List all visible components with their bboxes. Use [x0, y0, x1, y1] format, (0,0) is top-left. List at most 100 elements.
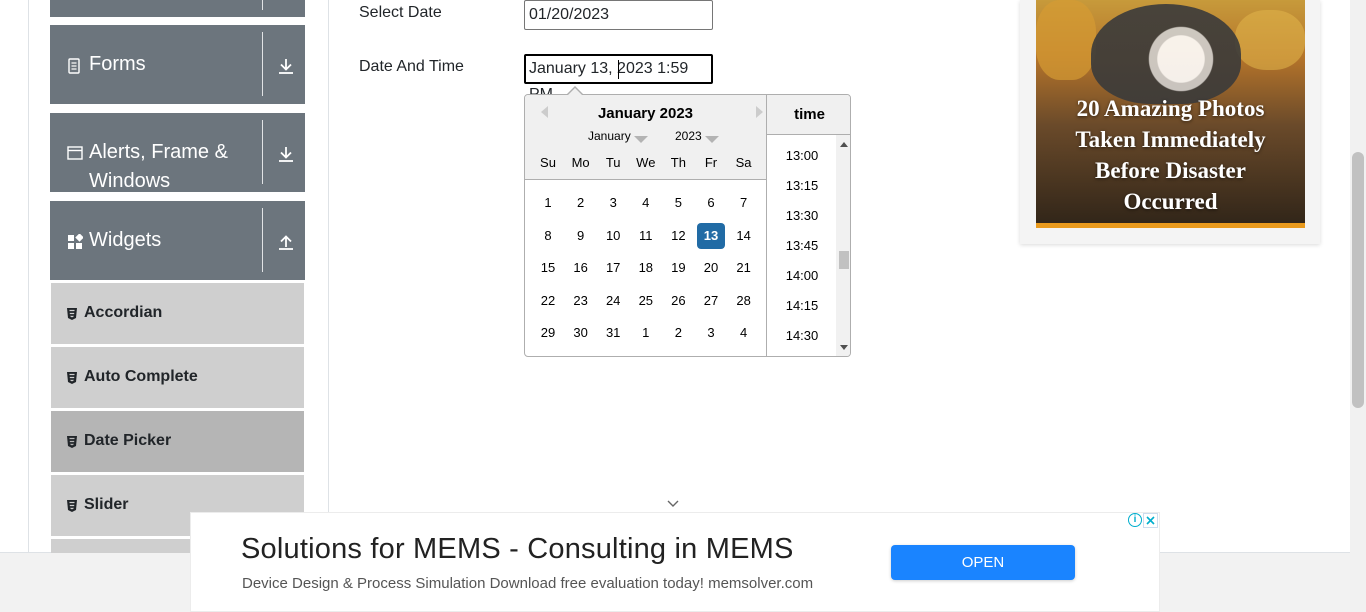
calendar-day[interactable]: 17 [599, 255, 627, 281]
ad-headline-line: 20 Amazing Photos [1076, 96, 1265, 121]
calendar-day[interactable]: 14 [730, 223, 758, 249]
calendar-day[interactable]: 12 [664, 223, 692, 249]
calendar-day[interactable]: 8 [534, 223, 562, 249]
sidebar-item-label: Accordian [84, 304, 163, 321]
sidebar-group-label: Alerts, Frame & [89, 141, 228, 163]
chevron-down-icon[interactable] [666, 496, 680, 510]
select-date-input[interactable]: 01/20/2023 [524, 0, 713, 30]
calendar-day[interactable]: 2 [567, 190, 595, 216]
time-scrollbar[interactable] [836, 135, 850, 356]
scroll-up-icon[interactable] [840, 142, 848, 147]
calendar-day[interactable]: 28 [730, 288, 758, 314]
time-column: time 13:00 13:15 13:30 13:45 14:00 14:15 14:30 [766, 95, 850, 356]
sidebar-item-accordian[interactable]: Accordian [51, 283, 304, 344]
page-scroll-thumb[interactable] [1352, 152, 1364, 408]
calendar-day[interactable]: 23 [567, 288, 595, 314]
sidebar-item-date-picker[interactable]: Date Picker [51, 411, 304, 472]
calendar-day[interactable]: 24 [599, 288, 627, 314]
calendar-day[interactable]: 15 [534, 255, 562, 281]
download-arrow-icon[interactable] [277, 57, 295, 75]
calendar-day[interactable]: 19 [664, 255, 692, 281]
year-select[interactable]: 2023 [675, 129, 719, 143]
time-option[interactable]: 13:30 [767, 208, 837, 223]
ad-image-decoration [1036, 0, 1096, 80]
calendar-day[interactable]: 25 [632, 288, 660, 314]
calendar-day[interactable]: 29 [534, 320, 562, 346]
sidebar-group-alerts[interactable]: Alerts, Frame & Windows [50, 113, 305, 192]
upload-arrow-icon[interactable] [277, 233, 295, 251]
weekday-label: Mo [571, 155, 590, 170]
calendar-day[interactable]: 18 [632, 255, 660, 281]
calendar-day[interactable]: 6 [697, 190, 725, 216]
sidebar-group-widgets[interactable]: Widgets [50, 201, 305, 280]
time-option[interactable]: 13:45 [767, 238, 837, 253]
close-icon[interactable] [1143, 513, 1158, 528]
scroll-down-icon[interactable] [840, 345, 848, 350]
time-option[interactable]: 13:15 [767, 178, 837, 193]
ad-card[interactable]: 20 Amazing Photos Taken Immediately Befo… [1020, 0, 1320, 244]
group-divider [262, 120, 263, 184]
calendar-day[interactable]: 1 [534, 190, 562, 216]
group-divider [262, 208, 263, 272]
ad-headline: 20 Amazing Photos Taken Immediately Befo… [1036, 93, 1305, 217]
calendar-day[interactable]: 1 [632, 320, 660, 346]
calendar-day[interactable]: 16 [567, 255, 595, 281]
sidebar-item-label: Date Picker [84, 432, 172, 449]
calendar-day[interactable]: 3 [599, 190, 627, 216]
calendar-day[interactable]: 11 [632, 223, 660, 249]
month-select[interactable]: January [588, 129, 648, 143]
calendar-day[interactable]: 20 [697, 255, 725, 281]
group-divider [262, 32, 263, 96]
weekday-label: Fr [704, 155, 718, 170]
weekday-label: Th [670, 155, 686, 170]
calendar-day[interactable]: 4 [730, 320, 758, 346]
sidebar-group-previous[interactable] [50, 0, 305, 17]
ad-accent-bar [1036, 223, 1305, 228]
open-button[interactable]: OPEN [891, 545, 1075, 580]
scroll-thumb[interactable] [839, 251, 849, 269]
time-option[interactable]: 14:30 [767, 328, 837, 343]
calendar-day[interactable]: 22 [534, 288, 562, 314]
calendar-day[interactable]: 7 [730, 190, 758, 216]
calendar-day[interactable]: 9 [567, 223, 595, 249]
time-option[interactable]: 14:00 [767, 268, 837, 283]
sidebar-item-label: Auto Complete [84, 368, 198, 385]
sidebar-group-label-line2: Windows [89, 170, 171, 192]
ad-headline-line: Before Disaster [1095, 158, 1246, 183]
banner-subtext[interactable]: Device Design & Process Simulation Downl… [242, 575, 813, 592]
calendar-day[interactable]: 3 [697, 320, 725, 346]
selected-day[interactable]: 13 [697, 222, 725, 249]
calendar-day[interactable]: 2 [664, 320, 692, 346]
next-month-icon[interactable] [756, 106, 763, 118]
sidebar-group-label: Forms [89, 53, 146, 75]
calendar-day[interactable]: 30 [567, 320, 595, 346]
adchoices-icon[interactable]: i [1128, 513, 1142, 527]
calendar-day[interactable]: 27 [697, 288, 725, 314]
calendar-day[interactable]: 10 [599, 223, 627, 249]
download-arrow-icon[interactable] [277, 145, 295, 163]
banner-headline[interactable]: Solutions for MEMS - Consulting in MEMS [241, 533, 794, 566]
page: { "sidebar": { "groups": [ {"label": "Fo… [0, 0, 1366, 612]
weekday-label: Su [540, 155, 556, 170]
calendar-day[interactable]: 21 [730, 255, 758, 281]
html5-icon [66, 371, 78, 384]
calendar-day[interactable]: 4 [632, 190, 660, 216]
time-option[interactable]: 13:00 [767, 148, 837, 163]
page-scrollbar[interactable] [1350, 0, 1366, 612]
sidebar-item-auto-complete[interactable]: Auto Complete [51, 347, 304, 408]
calendar-day[interactable]: 5 [664, 190, 692, 216]
sidebar-item-label: Slider [84, 496, 129, 513]
ad-banner[interactable]: Solutions for MEMS - Consulting in MEMS … [190, 512, 1160, 612]
html5-icon [66, 499, 78, 512]
select-date-label: Select Date [359, 4, 442, 21]
ad-image[interactable]: 20 Amazing Photos Taken Immediately Befo… [1036, 0, 1305, 228]
calendar-day[interactable]: 31 [599, 320, 627, 346]
time-option[interactable]: 14:15 [767, 298, 837, 313]
html5-icon [66, 307, 78, 320]
calendar-day[interactable]: 26 [664, 288, 692, 314]
datepicker-popup: January 2023 January 2023 Su Mo Tu We Th Fr Sa… [524, 94, 851, 357]
date-time-label: Date And Time [359, 58, 464, 75]
sidebar-group-forms[interactable]: Forms [50, 25, 305, 104]
widgets-icon [67, 233, 84, 250]
sidebar-group-label: Widgets [89, 229, 162, 251]
